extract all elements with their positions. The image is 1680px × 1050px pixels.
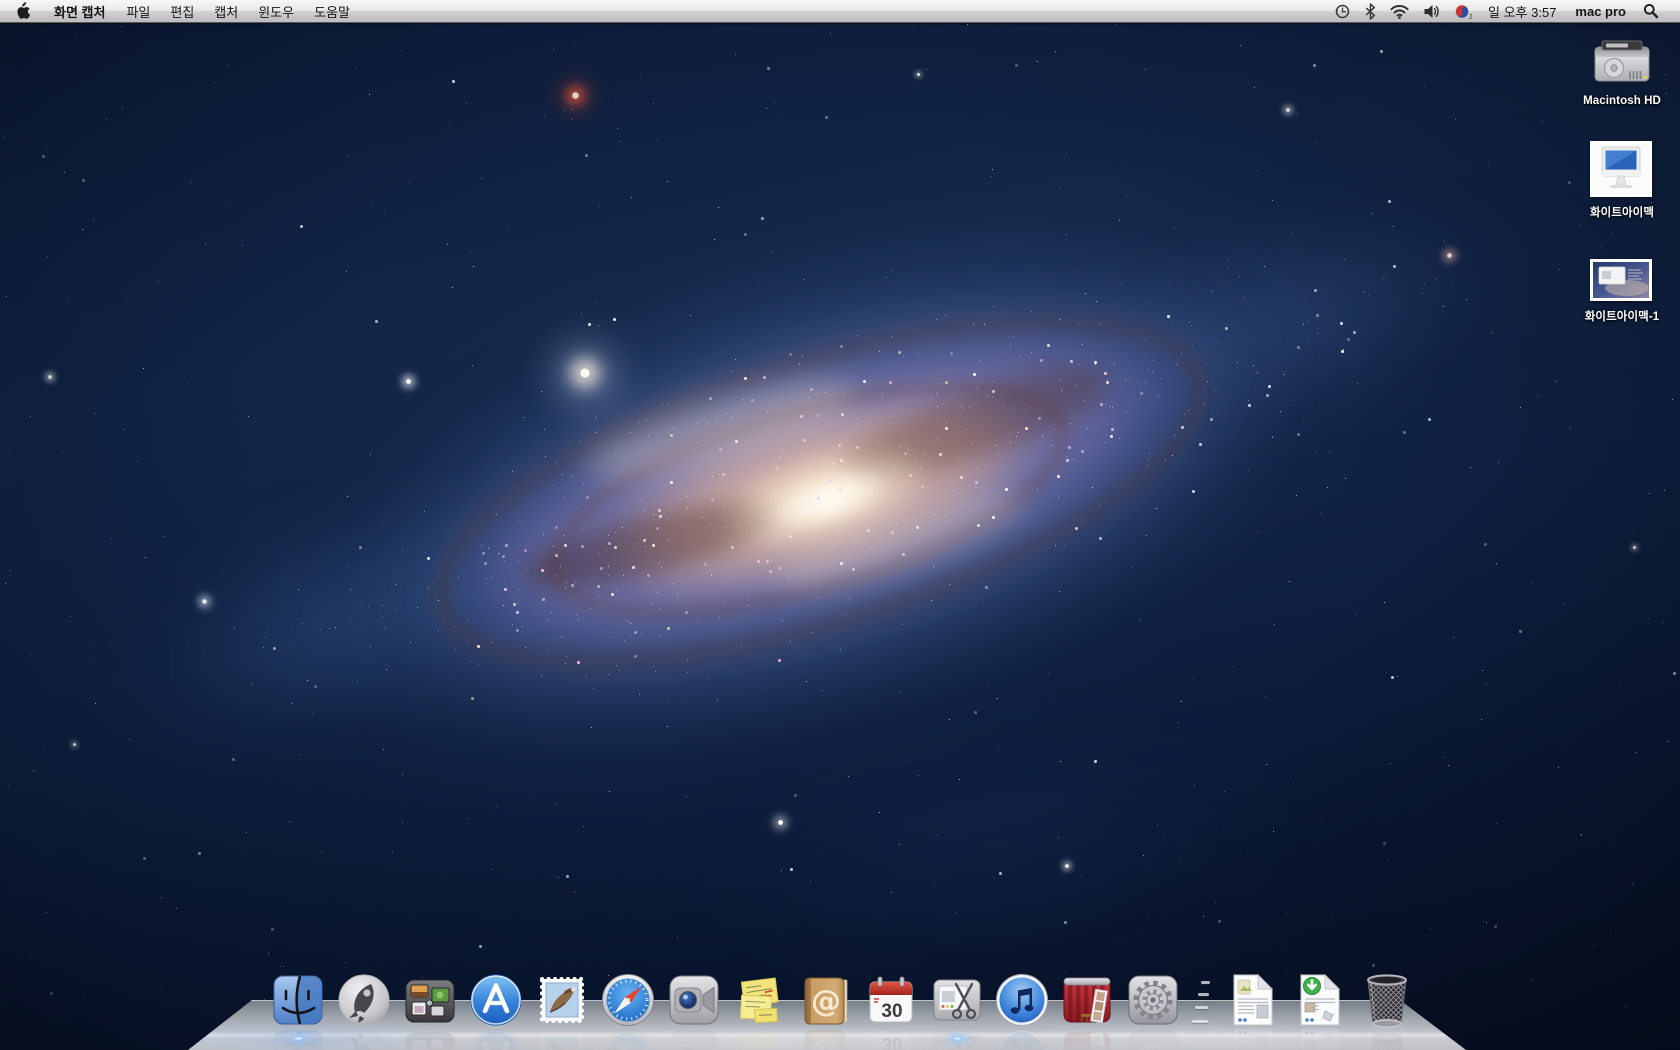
dock-finder[interactable] — [270, 972, 326, 1028]
dock-mission-control[interactable] — [402, 972, 458, 1028]
menu-help[interactable]: 도움말 — [304, 0, 360, 22]
dock-address-book[interactable]: @ @ — [798, 972, 854, 1028]
dock-document-download[interactable] — [1297, 973, 1343, 1027]
hard-drive-icon — [1592, 33, 1652, 87]
stickies-icon — [732, 972, 788, 1028]
desktop-icon-white-imac-1[interactable] — [1590, 259, 1652, 301]
ical-icon: 30 — [863, 972, 919, 1028]
menu-capture[interactable]: 캡처 — [204, 0, 248, 22]
dock-mail[interactable] — [534, 972, 590, 1028]
itunes-icon — [994, 972, 1050, 1028]
desktop-screen: 화면 캡처 파일 편집 캡처 윈도우 도움말 — [0, 0, 1680, 1050]
clock-menu[interactable]: 일 오후 3:57 — [1479, 0, 1565, 22]
bluetooth-menu[interactable] — [1358, 0, 1383, 22]
dock-stickies[interactable] — [732, 972, 788, 1028]
apple-menu[interactable] — [0, 0, 43, 22]
spotlight-menu[interactable] — [1636, 0, 1666, 22]
desktop-icon-macintosh-hd[interactable] — [1592, 33, 1652, 92]
menu-app-name[interactable]: 화면 캡처 — [43, 0, 116, 22]
dock-trash[interactable] — [1361, 970, 1413, 1030]
menu-edit[interactable]: 편집 — [160, 0, 204, 22]
bluetooth-icon — [1365, 3, 1376, 20]
desktop-label-white-imac-1[interactable]: 화이트아이맥-1 — [1552, 308, 1680, 324]
volume-icon — [1423, 4, 1440, 19]
time-machine-icon — [1334, 3, 1351, 20]
dock-system-preferences[interactable] — [1125, 972, 1181, 1028]
dock-grab[interactable] — [929, 972, 985, 1028]
apple-logo-icon — [15, 2, 30, 20]
finder-icon — [270, 972, 326, 1028]
photo-booth-icon — [1059, 972, 1115, 1028]
dock-facetime[interactable] — [666, 972, 722, 1028]
volume-menu[interactable] — [1416, 0, 1447, 22]
dock-itunes[interactable] — [994, 972, 1050, 1028]
wifi-icon — [1390, 4, 1409, 19]
app-store-icon — [468, 972, 524, 1028]
menu-bar: 화면 캡처 파일 편집 캡처 윈도우 도움말 — [0, 0, 1680, 23]
dock-ical[interactable]: 30 30 — [863, 972, 919, 1028]
menu-file[interactable]: 파일 — [116, 0, 160, 22]
address-book-icon: @ — [798, 972, 854, 1028]
grab-running-indicator — [951, 1036, 964, 1041]
finder-running-indicator — [292, 1036, 305, 1041]
mail-icon — [534, 972, 590, 1028]
menu-window[interactable]: 윈도우 — [248, 0, 304, 22]
trash-empty-icon — [1361, 970, 1413, 1030]
svg-text:30: 30 — [881, 1001, 902, 1022]
korean-flag-icon: 2 — [1454, 3, 1472, 20]
launchpad-icon — [336, 972, 392, 1028]
dock-document[interactable] — [1230, 973, 1276, 1027]
wifi-menu[interactable] — [1383, 0, 1416, 22]
korean-input-menu[interactable]: 2 — [1447, 0, 1479, 22]
document-icon — [1230, 973, 1276, 1027]
spotlight-search-icon — [1643, 3, 1659, 19]
safari-icon — [600, 972, 656, 1028]
mission-control-icon — [402, 972, 458, 1028]
dock-launchpad[interactable] — [336, 972, 392, 1028]
user-switch-menu[interactable]: mac pro — [1565, 0, 1636, 22]
imac-photo-icon — [1593, 144, 1649, 194]
dock-safari[interactable] — [600, 972, 656, 1028]
document-download-icon — [1297, 973, 1343, 1027]
svg-text:@: @ — [811, 984, 841, 1019]
svg-text:2: 2 — [1469, 13, 1472, 20]
grab-icon — [929, 972, 985, 1028]
screenshot-photo-icon — [1593, 262, 1649, 298]
dock-photo-booth[interactable] — [1059, 972, 1115, 1028]
desktop-label-macintosh-hd[interactable]: Macintosh HD — [1552, 95, 1680, 107]
facetime-icon — [666, 972, 722, 1028]
dock-app-store[interactable] — [468, 972, 524, 1028]
desktop-label-white-imac[interactable]: 화이트아이맥 — [1552, 204, 1680, 220]
desktop-icon-white-imac[interactable] — [1590, 141, 1652, 197]
system-preferences-icon — [1125, 972, 1181, 1028]
time-machine-menu[interactable] — [1327, 0, 1358, 22]
vignette — [0, 0, 1680, 1050]
